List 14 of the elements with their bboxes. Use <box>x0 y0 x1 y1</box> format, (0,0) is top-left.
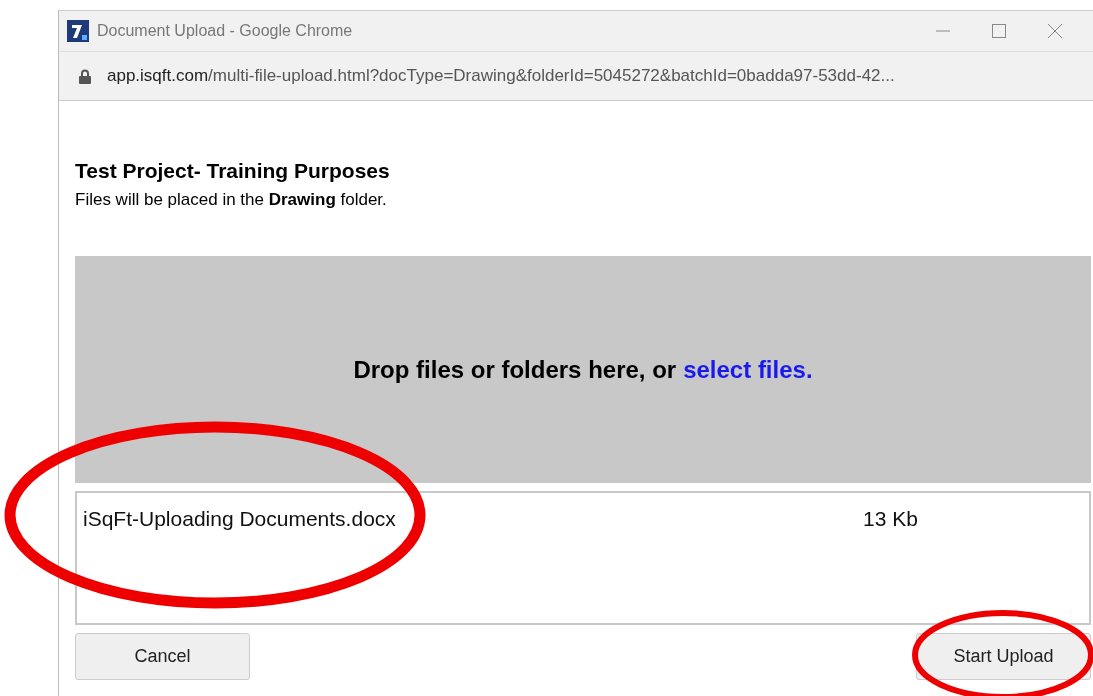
lock-icon <box>79 68 91 84</box>
select-files-link[interactable]: select files. <box>683 351 813 388</box>
file-size: 13 Kb <box>863 507 918 530</box>
window-title: Document Upload - Google Chrome <box>97 21 353 41</box>
project-title: Test Project- Training Purposes <box>75 158 391 184</box>
drop-zone[interactable]: Drop files or folders here, or select files. <box>75 256 1091 483</box>
file-name: iSqFt-Uploading Documents.docx <box>83 506 396 532</box>
maximize-icon[interactable] <box>991 23 1007 39</box>
app-logo-icon <box>67 20 89 42</box>
drop-zone-text: Drop files or folders here, or <box>353 354 677 385</box>
start-upload-button[interactable]: Start Upload <box>916 633 1091 680</box>
close-icon[interactable] <box>1047 23 1063 39</box>
cancel-button[interactable]: Cancel <box>75 633 250 680</box>
folder-note: Files will be placed in the Drawing folder. <box>75 188 388 211</box>
